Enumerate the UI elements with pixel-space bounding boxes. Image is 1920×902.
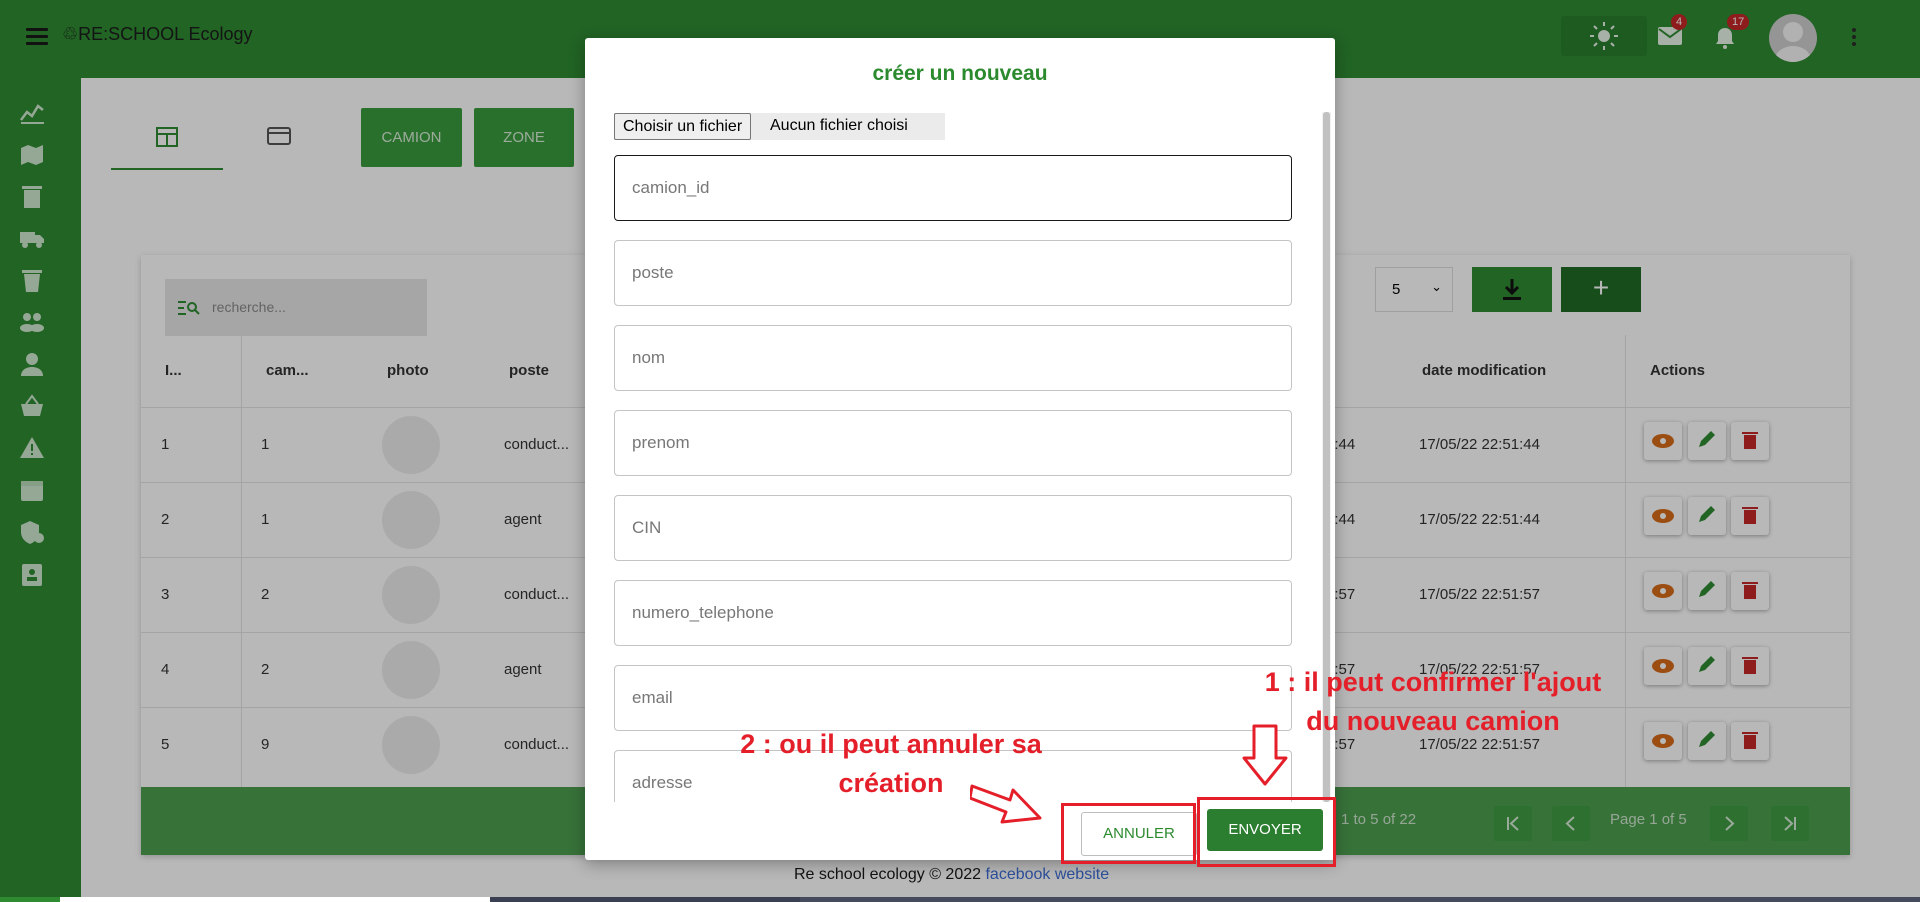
- choose-file-button[interactable]: Choisir un fichier: [614, 113, 752, 140]
- phone-field[interactable]: numero_telephone: [614, 580, 1292, 646]
- file-input[interactable]: Choisir un fichier Aucun fichier choisi: [614, 113, 945, 140]
- arrow-down-icon: [1242, 724, 1288, 786]
- arrow-right-icon: [970, 784, 1042, 824]
- annotation-confirm-line1: 1 : il peut confirmer l'ajout: [1264, 667, 1602, 697]
- cancel-highlight-box: [1061, 803, 1196, 864]
- field-placeholder: nom: [632, 348, 666, 367]
- field-placeholder: poste: [632, 263, 674, 282]
- field-placeholder: adresse: [632, 773, 693, 792]
- cin-field[interactable]: CIN: [614, 495, 1292, 561]
- field-placeholder: prenom: [632, 433, 690, 452]
- dialog-title: créer un nouveau: [872, 62, 1048, 85]
- field-placeholder: camion_id: [632, 178, 710, 197]
- nom-field[interactable]: nom: [614, 325, 1292, 391]
- annotation-cancel-line1: 2 : ou il peut annuler sa: [740, 729, 1042, 759]
- submit-highlight-box: [1197, 797, 1336, 867]
- annotation-confirm: 1 : il peut confirmer l'ajout du nouveau…: [1238, 663, 1628, 741]
- field-placeholder: numero_telephone: [632, 603, 774, 622]
- annotation-confirm-line2: du nouveau camion: [1306, 706, 1560, 736]
- prenom-field[interactable]: prenom: [614, 410, 1292, 476]
- field-placeholder: CIN: [632, 518, 662, 537]
- field-placeholder: email: [632, 688, 673, 707]
- email-field[interactable]: email: [614, 665, 1292, 731]
- camion-id-field[interactable]: camion_id: [614, 155, 1292, 221]
- file-status: Aucun fichier choisi: [770, 117, 908, 134]
- poste-field[interactable]: poste: [614, 240, 1292, 306]
